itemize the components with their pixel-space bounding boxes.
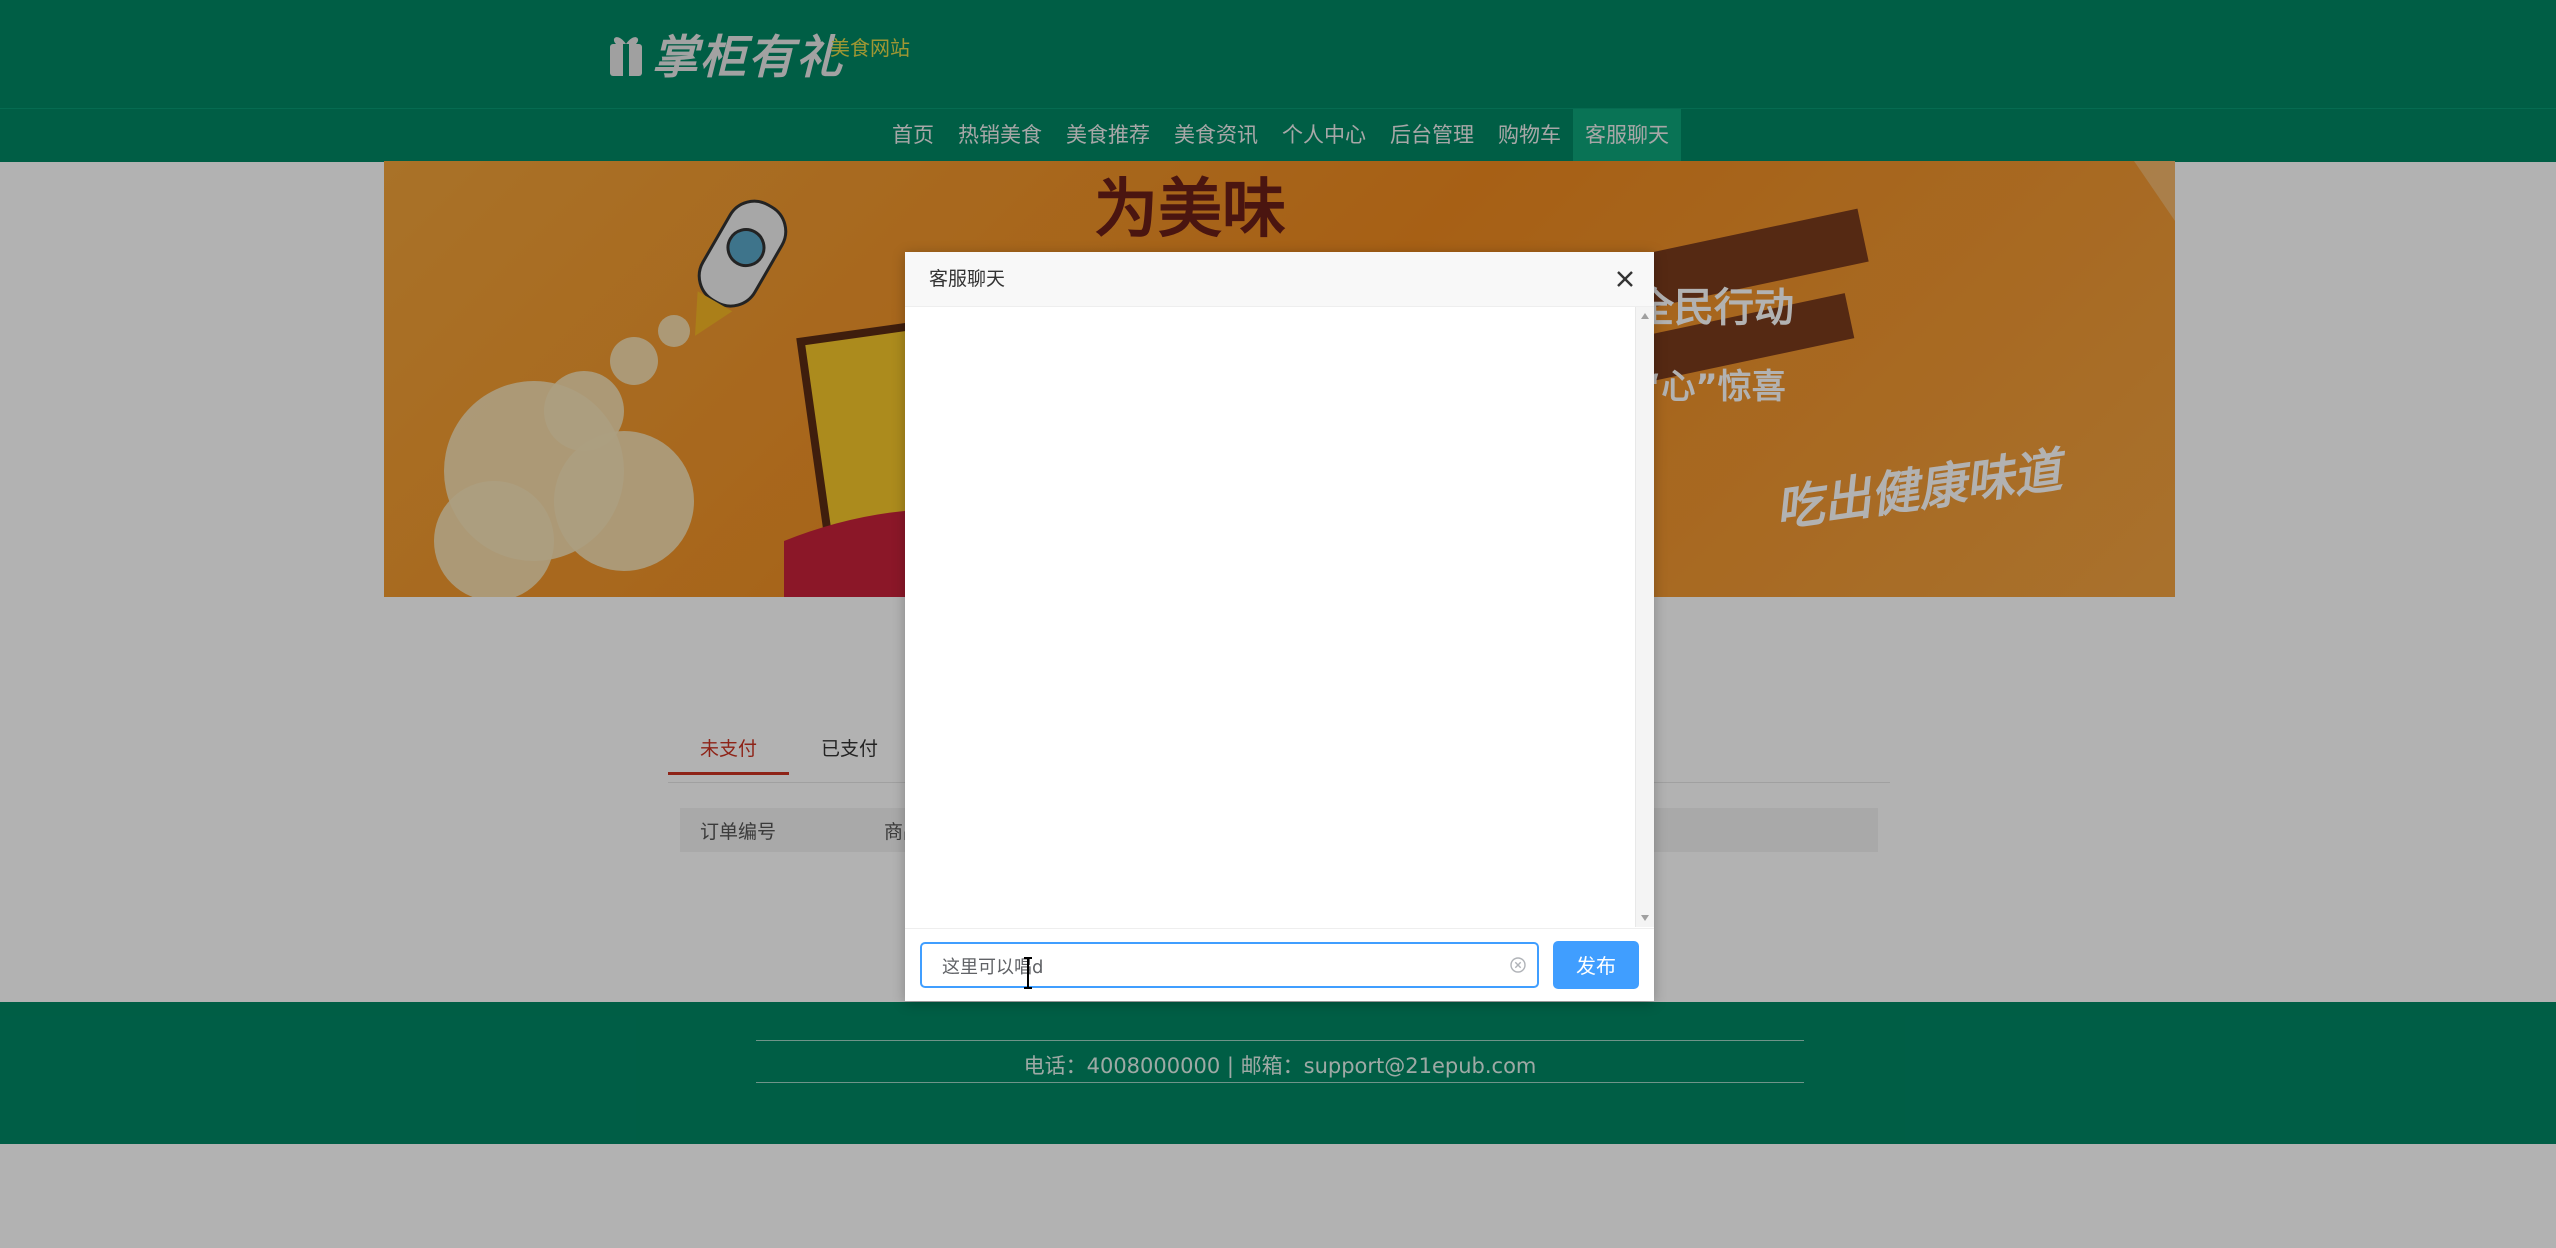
scroll-down-icon[interactable] <box>1641 915 1649 921</box>
publish-button[interactable]: 发布 <box>1553 941 1639 989</box>
chat-messages-area[interactable] <box>905 307 1654 927</box>
dialog-title: 客服聊天 <box>929 268 1006 290</box>
text-cursor-icon <box>1024 957 1032 989</box>
chat-composer: 发布 <box>905 928 1654 1002</box>
chat-dialog: 客服聊天 发布 <box>905 252 1654 1001</box>
chat-scrollbar[interactable] <box>1635 307 1654 927</box>
close-icon[interactable] <box>1612 266 1638 292</box>
message-input-wrapper[interactable] <box>920 942 1539 988</box>
scroll-up-icon[interactable] <box>1641 313 1649 319</box>
dialog-header: 客服聊天 <box>905 252 1654 307</box>
clear-icon[interactable] <box>1509 956 1527 974</box>
